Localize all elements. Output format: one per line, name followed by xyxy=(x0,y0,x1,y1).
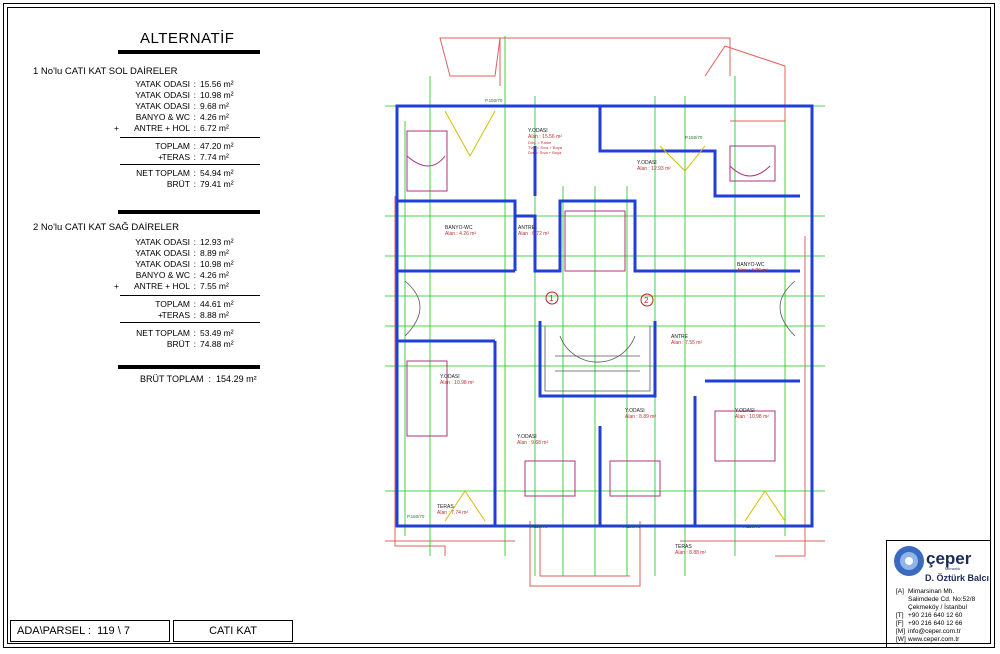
room-area: Alan : 7.55 m² xyxy=(671,340,702,346)
section1-row: YATAK ODASI:10.98 m² xyxy=(135,90,234,100)
section2-rule xyxy=(120,295,260,296)
contact-line: Salimdede Cd. No:52/8 xyxy=(908,596,976,603)
section2-rule-top xyxy=(118,210,260,214)
furniture xyxy=(406,130,776,497)
contact-line: [A] Mimarsinan Mh. xyxy=(896,588,955,595)
finish-notes: Döş. = Parke Tvn. = Sıva + Boya Dvr. = S… xyxy=(528,140,563,155)
walls xyxy=(395,104,814,528)
svg-text:P.150/70: P.150/70 xyxy=(485,98,503,103)
brut-toplam: BRÜT TOPLAM : 154.29 m² xyxy=(140,374,257,384)
section2-row: YATAK ODASI:8.89 m² xyxy=(135,248,229,258)
total-rule xyxy=(118,365,260,369)
unit-markers xyxy=(545,291,654,307)
room-area: Alan : 10.98 m² xyxy=(440,380,474,386)
contact-line: [T] +90 216 640 12 60 xyxy=(896,612,963,619)
section2-net: NET TOPLAM:53.49 m² xyxy=(136,328,234,338)
section1-row: + ANTRE + HOL:6.72 m² xyxy=(114,123,229,133)
svg-text:Dvr. = Sıva + Boya: Dvr. = Sıva + Boya xyxy=(528,150,562,155)
section1-row: BANYO & WC:4.26 m² xyxy=(135,112,229,122)
logo-arch: Mimarlık xyxy=(945,566,961,571)
window-tags: P.150/70 P.150/70 P.150/70 P.150/70 P.15… xyxy=(407,98,761,529)
section1-brut: BRÜT:79.41 m² xyxy=(166,179,234,189)
sheet-title: ALTERNATİF xyxy=(140,30,235,47)
contact-line: Çekmeköy / İstanbul xyxy=(908,604,967,611)
svg-text:P.150/70: P.150/70 xyxy=(623,524,641,529)
ada-parsel-box: ADA\PARSEL : 119 \ 7 xyxy=(10,620,170,642)
section1-rule2 xyxy=(120,164,260,165)
room-area: Alan : 4.26 m² xyxy=(445,231,476,237)
section2-teras: + TERAS:8.88 m² xyxy=(158,310,229,320)
section2-brut: BRÜT:74.88 m² xyxy=(166,339,234,349)
room-area: Alan : 4.26 m² xyxy=(737,268,768,274)
room-area: Alan : 10.98 m² xyxy=(735,414,769,420)
section1-net: NET TOPLAM:54.94 m² xyxy=(136,168,234,178)
room-area: Alan : 12.93 m² xyxy=(637,166,671,172)
section2-row: + ANTRE + HOL:7.55 m² xyxy=(114,281,229,291)
svg-text:P.150/70: P.150/70 xyxy=(407,514,425,519)
section1-rule xyxy=(120,137,260,138)
floor-plan: 1 2 Y.ODASI Alan : 15.56 m² Y.ODASI Alan… xyxy=(385,36,825,587)
room-area: Alan : 8.88 m² xyxy=(675,550,706,556)
logo-icon xyxy=(894,546,924,576)
section2-rule2 xyxy=(120,322,260,323)
axis-grid xyxy=(385,36,825,576)
section2-row: YATAK ODASI:12.93 m² xyxy=(135,237,234,247)
section1-toplam: TOPLAM:47.20 m² xyxy=(155,141,234,151)
room-area: Alan : 9.68 m² xyxy=(517,440,548,446)
contact-line: [W] www.ceper.com.tr xyxy=(896,636,960,643)
svg-text:P.150/70: P.150/70 xyxy=(530,524,548,529)
room-area: Alan : 8.89 m² xyxy=(625,414,656,420)
section1-title: 1 No'lu CATI KAT SOL DAİRELER xyxy=(33,66,178,77)
section2-row: YATAK ODASI:10.98 m² xyxy=(135,259,234,269)
marker-2: 2 xyxy=(644,296,649,305)
svg-text:P.150/70: P.150/70 xyxy=(743,524,761,529)
floor-box: CATI KAT xyxy=(173,620,293,642)
section2-title: 2 No'lu CATI KAT SAĞ DAİRELER xyxy=(33,222,179,233)
contact-line: [M] info@ceper.com.tr xyxy=(896,628,961,635)
section2-row: BANYO & WC:4.26 m² xyxy=(135,270,229,280)
section1-row: YATAK ODASI:15.56 m² xyxy=(135,79,234,89)
contact-line: [F] +90 216 640 12 66 xyxy=(896,620,963,627)
logo-sub: D. Öztürk Balcı xyxy=(925,573,990,583)
room-area: Alan : 7.74 m² xyxy=(437,510,468,516)
marker-1: 1 xyxy=(549,294,554,303)
title-rule xyxy=(118,50,260,54)
room-area: Alan : 6.72 m² xyxy=(518,231,549,237)
section2-toplam: TOPLAM:44.61 m² xyxy=(155,299,234,309)
section1-row: YATAK ODASI:9.68 m² xyxy=(135,101,229,111)
svg-text:P.150/70: P.150/70 xyxy=(685,135,703,140)
staircase xyxy=(404,280,796,392)
section1-teras: + TERAS:7.74 m² xyxy=(158,152,229,162)
